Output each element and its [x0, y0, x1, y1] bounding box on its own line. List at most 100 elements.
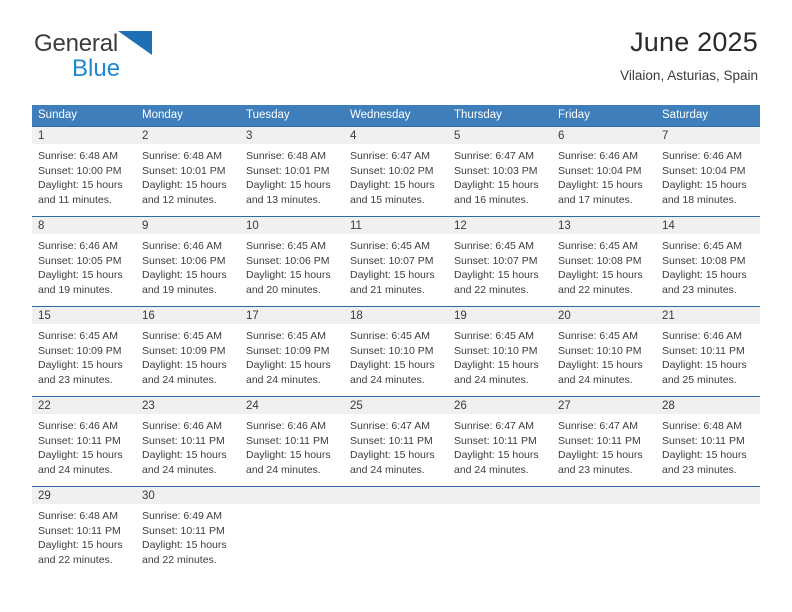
daylight-text-line1: Daylight: 15 hours: [350, 359, 435, 372]
sunset-text: Sunset: 10:07 PM: [350, 254, 434, 267]
calendar-day-cell[interactable]: 11 Sunrise: 6:45 AM Sunset: 10:07 PM Daylig…: [344, 216, 448, 307]
calendar-day-cell[interactable]: 1 Sunrise: 6:48 AM Sunset: 10:00 PM Dayligh…: [32, 126, 136, 217]
day-number: 26: [448, 397, 552, 414]
sunrise-text: Sunrise: 6:45 AM: [38, 330, 118, 342]
daylight-text-line1: Daylight: 15 hours: [558, 269, 643, 282]
calendar-day-cell[interactable]: 15 Sunrise: 6:45 AM Sunset: 10:09 PM Daylig…: [32, 306, 136, 397]
calendar-day-cell[interactable]: 16 Sunrise: 6:45 AM Sunset: 10:09 PM Daylig…: [136, 306, 240, 397]
daylight-text-line1: Daylight: 15 hours: [662, 269, 747, 282]
sunset-text: Sunset: 10:11 PM: [662, 434, 745, 447]
calendar-day-cell[interactable]: 4 Sunrise: 6:47 AM Sunset: 10:02 PM Dayligh…: [344, 126, 448, 217]
calendar-empty-cell: [240, 486, 344, 577]
calendar-body: 1 Sunrise: 6:48 AM Sunset: 10:00 PM Dayligh…: [32, 126, 760, 577]
sunrise-text: Sunrise: 6:48 AM: [38, 510, 118, 522]
daylight-text-line2: and 24 minutes.: [350, 373, 425, 386]
sunset-text: Sunset: 10:11 PM: [38, 524, 121, 537]
sunset-text: Sunset: 10:11 PM: [662, 344, 745, 357]
sunrise-text: Sunrise: 6:48 AM: [142, 150, 222, 162]
weekday-header-saturday: Saturday: [656, 105, 760, 127]
day-details: Sunrise: 6:48 AM Sunset: 10:01 PM Daylight…: [136, 144, 240, 207]
sunset-text: Sunset: 10:01 PM: [142, 164, 226, 177]
daylight-text-line2: and 11 minutes.: [38, 193, 112, 206]
sunset-text: Sunset: 10:06 PM: [142, 254, 226, 267]
sunset-text: Sunset: 10:00 PM: [38, 164, 122, 177]
day-details: Sunrise: 6:46 AM Sunset: 10:06 PM Daylight…: [136, 234, 240, 297]
calendar-day-cell[interactable]: 21 Sunrise: 6:46 AM Sunset: 10:11 PM Daylig…: [656, 306, 760, 397]
sunrise-text: Sunrise: 6:47 AM: [350, 150, 430, 162]
day-details: Sunrise: 6:45 AM Sunset: 10:07 PM Daylight…: [448, 234, 552, 297]
daylight-text-line2: and 21 minutes.: [350, 283, 425, 296]
calendar-day-cell[interactable]: 19 Sunrise: 6:45 AM Sunset: 10:10 PM Daylig…: [448, 306, 552, 397]
sunrise-text: Sunrise: 6:45 AM: [454, 240, 534, 252]
calendar-day-cell[interactable]: 30 Sunrise: 6:49 AM Sunset: 10:11 PM Daylig…: [136, 486, 240, 577]
day-number: 15: [32, 307, 136, 324]
sunrise-text: Sunrise: 6:45 AM: [454, 330, 534, 342]
day-number: 21: [656, 307, 760, 324]
sunset-text: Sunset: 10:03 PM: [454, 164, 538, 177]
calendar-empty-cell: [552, 486, 656, 577]
sunset-text: Sunset: 10:11 PM: [558, 434, 641, 447]
day-number: 13: [552, 217, 656, 234]
daylight-text-line2: and 15 minutes.: [350, 193, 425, 206]
day-details: Sunrise: 6:45 AM Sunset: 10:08 PM Daylight…: [656, 234, 760, 297]
calendar-day-cell[interactable]: 2 Sunrise: 6:48 AM Sunset: 10:01 PM Dayligh…: [136, 126, 240, 217]
calendar-day-cell[interactable]: 18 Sunrise: 6:45 AM Sunset: 10:10 PM Daylig…: [344, 306, 448, 397]
title-block: June 2025 Vilaion, Asturias, Spain: [620, 26, 758, 85]
calendar-day-cell[interactable]: 26 Sunrise: 6:47 AM Sunset: 10:11 PM Daylig…: [448, 396, 552, 487]
sunrise-text: Sunrise: 6:48 AM: [38, 150, 118, 162]
day-number: 23: [136, 397, 240, 414]
calendar-day-cell[interactable]: 22 Sunrise: 6:46 AM Sunset: 10:11 PM Daylig…: [32, 396, 136, 487]
calendar-day-cell[interactable]: 8 Sunrise: 6:46 AM Sunset: 10:05 PM Dayligh…: [32, 216, 136, 307]
daylight-text-line2: and 24 minutes.: [38, 463, 113, 476]
day-number: 28: [656, 397, 760, 414]
brand-name-general: General: [34, 30, 118, 57]
daylight-text-line1: Daylight: 15 hours: [38, 539, 123, 552]
daylight-text-line1: Daylight: 15 hours: [454, 449, 539, 462]
calendar-day-cell[interactable]: 28 Sunrise: 6:48 AM Sunset: 10:11 PM Daylig…: [656, 396, 760, 487]
calendar-day-cell[interactable]: 14 Sunrise: 6:45 AM Sunset: 10:08 PM Daylig…: [656, 216, 760, 307]
calendar-day-cell[interactable]: 9 Sunrise: 6:46 AM Sunset: 10:06 PM Dayligh…: [136, 216, 240, 307]
daylight-text-line1: Daylight: 15 hours: [558, 179, 643, 192]
calendar-day-cell[interactable]: 24 Sunrise: 6:46 AM Sunset: 10:11 PM Daylig…: [240, 396, 344, 487]
calendar-day-cell[interactable]: 27 Sunrise: 6:47 AM Sunset: 10:11 PM Daylig…: [552, 396, 656, 487]
calendar-day-cell[interactable]: 29 Sunrise: 6:48 AM Sunset: 10:11 PM Daylig…: [32, 486, 136, 577]
weekday-header-monday: Monday: [136, 105, 240, 127]
calendar-day-cell[interactable]: 23 Sunrise: 6:46 AM Sunset: 10:11 PM Daylig…: [136, 396, 240, 487]
calendar-day-cell[interactable]: 17 Sunrise: 6:45 AM Sunset: 10:09 PM Daylig…: [240, 306, 344, 397]
weekday-header-sunday: Sunday: [32, 105, 136, 127]
sunset-text: Sunset: 10:07 PM: [454, 254, 538, 267]
calendar-day-cell[interactable]: 7 Sunrise: 6:46 AM Sunset: 10:04 PM Dayligh…: [656, 126, 760, 217]
calendar-day-cell[interactable]: 6 Sunrise: 6:46 AM Sunset: 10:04 PM Dayligh…: [552, 126, 656, 217]
daylight-text-line1: Daylight: 15 hours: [246, 179, 331, 192]
calendar-day-cell[interactable]: 10 Sunrise: 6:45 AM Sunset: 10:06 PM Daylig…: [240, 216, 344, 307]
daylight-text-line2: and 24 minutes.: [142, 373, 217, 386]
day-details: Sunrise: 6:46 AM Sunset: 10:11 PM Daylight…: [136, 414, 240, 477]
day-number: 10: [240, 217, 344, 234]
calendar-day-cell[interactable]: 12 Sunrise: 6:45 AM Sunset: 10:07 PM Daylig…: [448, 216, 552, 307]
sunrise-text: Sunrise: 6:45 AM: [246, 330, 326, 342]
daylight-text-line1: Daylight: 15 hours: [350, 179, 435, 192]
day-number: [656, 487, 760, 504]
calendar-empty-cell: [656, 486, 760, 577]
brand-name-blue: Blue: [72, 55, 121, 82]
calendar-day-cell[interactable]: 3 Sunrise: 6:48 AM Sunset: 10:01 PM Dayligh…: [240, 126, 344, 217]
day-details: Sunrise: 6:47 AM Sunset: 10:11 PM Daylight…: [552, 414, 656, 477]
calendar-day-cell[interactable]: 5 Sunrise: 6:47 AM Sunset: 10:03 PM Dayligh…: [448, 126, 552, 217]
day-details: Sunrise: 6:45 AM Sunset: 10:10 PM Daylight…: [344, 324, 448, 387]
daylight-text-line1: Daylight: 15 hours: [246, 269, 331, 282]
calendar-day-cell[interactable]: 13 Sunrise: 6:45 AM Sunset: 10:08 PM Daylig…: [552, 216, 656, 307]
weekday-header-friday: Friday: [552, 105, 656, 127]
daylight-text-line2: and 22 minutes.: [454, 283, 529, 296]
daylight-text-line1: Daylight: 15 hours: [142, 449, 227, 462]
calendar-week-row: 8 Sunrise: 6:46 AM Sunset: 10:05 PM Dayligh…: [32, 216, 760, 307]
daylight-text-line2: and 24 minutes.: [350, 463, 425, 476]
day-details: Sunrise: 6:46 AM Sunset: 10:11 PM Daylight…: [32, 414, 136, 477]
calendar-day-cell[interactable]: 25 Sunrise: 6:47 AM Sunset: 10:11 PM Daylig…: [344, 396, 448, 487]
brand-logo: General Blue: [34, 26, 152, 81]
day-details: Sunrise: 6:46 AM Sunset: 10:11 PM Daylight…: [656, 324, 760, 387]
daylight-text-line2: and 22 minutes.: [142, 553, 217, 566]
weekday-header-wednesday: Wednesday: [344, 105, 448, 127]
day-number: 3: [240, 127, 344, 144]
day-number: 4: [344, 127, 448, 144]
calendar-day-cell[interactable]: 20 Sunrise: 6:45 AM Sunset: 10:10 PM Daylig…: [552, 306, 656, 397]
